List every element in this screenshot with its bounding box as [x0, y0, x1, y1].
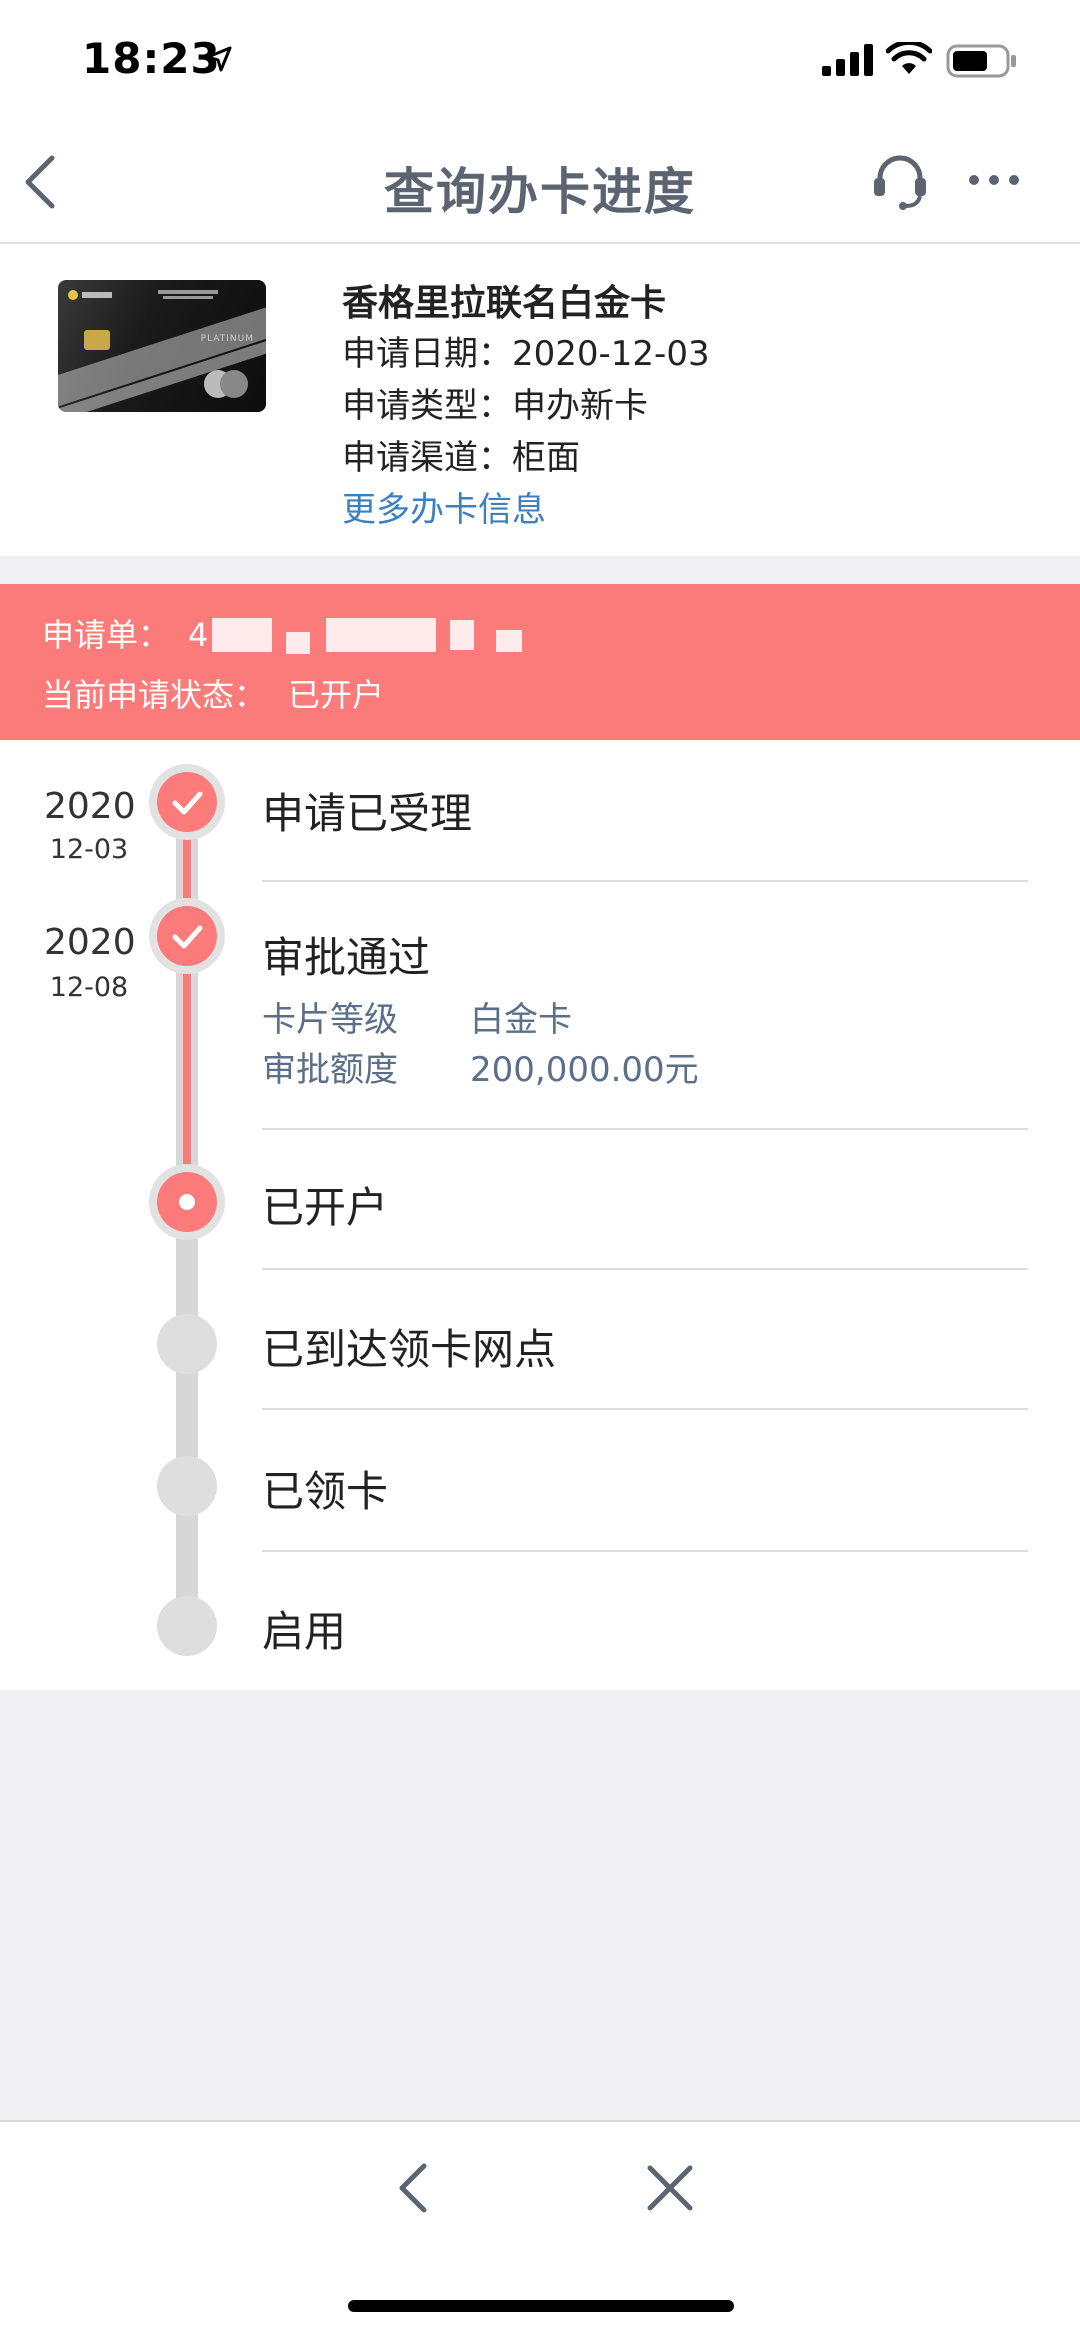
redaction-mark: [212, 618, 272, 652]
apply-channel-row: 申请渠道：柜面: [342, 438, 580, 478]
step-title: 申请已受理: [262, 789, 473, 838]
more-icon[interactable]: [966, 162, 1022, 198]
step-title: 审批通过: [262, 933, 431, 982]
nav-bar: 查询办卡进度: [0, 120, 1080, 244]
divider: [262, 880, 1028, 882]
divider: [262, 1128, 1028, 1130]
step-pending-node: [157, 1456, 217, 1516]
step-done-node: [157, 772, 217, 832]
divider: [262, 1268, 1028, 1270]
progress-timeline: 2020 12-03 申请已受理 2020 12-08 审批通过 卡片等级 白金卡…: [0, 740, 1080, 1690]
apply-type-row: 申请类型：申办新卡: [342, 386, 648, 426]
check-icon: [172, 791, 203, 815]
cellular-signal-icon: [822, 44, 873, 76]
step-date-day: 12-03: [49, 834, 129, 865]
step-done-node: [157, 906, 217, 966]
battery-icon: [946, 44, 1016, 78]
apply-date-row: 申请日期：2020-12-03: [342, 334, 710, 374]
wifi-icon: [886, 42, 932, 74]
application-number: 申请单： 4: [42, 616, 209, 654]
status-time: 18:23: [82, 34, 221, 83]
location-arrow-icon: [206, 46, 232, 72]
step-date-day: 12-08: [49, 972, 129, 1003]
card-level-detail: 卡片等级 白金卡: [262, 1000, 572, 1040]
divider: [262, 1550, 1028, 1552]
customer-service-icon[interactable]: [870, 150, 930, 212]
step-date-year: 2020: [44, 786, 136, 827]
step-pending-node: [157, 1314, 217, 1374]
home-indicator[interactable]: [348, 2300, 734, 2312]
step-pending-node: [157, 1596, 217, 1656]
application-status-banner: 申请单： 4 当前申请状态： 已开户: [0, 584, 1080, 740]
credit-card-image: PLATINUM: [58, 280, 266, 412]
step-title: 已开户: [262, 1183, 389, 1232]
more-card-info-link[interactable]: 更多办卡信息: [342, 482, 546, 531]
divider: [262, 1408, 1028, 1410]
check-icon: [172, 925, 203, 949]
step-title: 启用: [262, 1607, 347, 1656]
timeline-progress: [183, 802, 191, 1212]
credit-limit-detail: 审批额度 200,000.00元: [262, 1050, 699, 1090]
status-bar: 18:23: [0, 0, 1080, 120]
card-info-section: PLATINUM 香格里拉联名白金卡 申请日期：2020-12-03 申请类型：…: [0, 244, 1080, 556]
step-title: 已到达领卡网点: [262, 1325, 557, 1374]
step-current-node: [157, 1172, 217, 1232]
card-name: 香格里拉联名白金卡: [342, 283, 667, 324]
step-date-year: 2020: [44, 922, 136, 963]
application-status: 当前申请状态： 已开户: [42, 676, 385, 714]
browser-back-button[interactable]: [386, 2156, 442, 2220]
close-button[interactable]: [640, 2158, 700, 2218]
step-title: 已领卡: [262, 1467, 389, 1516]
